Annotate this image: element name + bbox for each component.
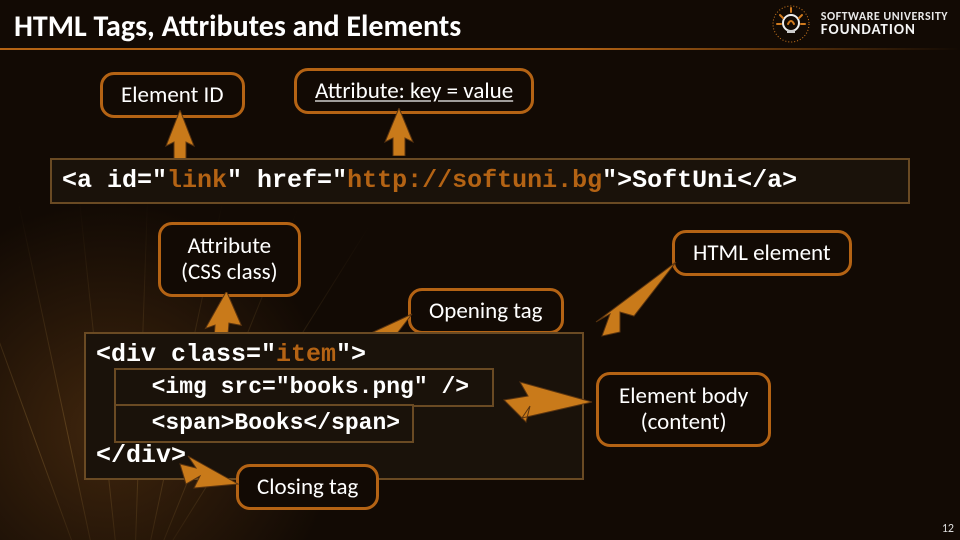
- callout-attribute-css-class: Attribute (CSS class): [158, 222, 301, 297]
- lightbulb-icon: [769, 2, 813, 46]
- code-text: ">SoftUni</a>: [602, 166, 797, 195]
- callout-opening-tag: Opening tag: [408, 288, 564, 334]
- code-attr-value: item: [276, 340, 336, 369]
- code-line-img: <img src="books.png" />: [114, 368, 494, 407]
- softuni-logo: SOFTWARE UNIVERSITY FOUNDATION: [769, 2, 948, 46]
- code-text: <a id=": [62, 166, 167, 195]
- code-text: <div class=": [96, 340, 276, 369]
- code-text: " href=": [227, 166, 347, 195]
- title-underline: [0, 48, 960, 50]
- callout-line: (content): [619, 409, 748, 435]
- code-example-anchor: <a id="link" href="http://softuni.bg">So…: [50, 158, 910, 204]
- code-attr-value: link: [167, 166, 227, 195]
- callout-html-element: HTML element: [672, 230, 852, 276]
- code-line-span: <span>Books</span>: [114, 404, 414, 443]
- callout-closing-tag: Closing tag: [236, 464, 379, 510]
- code-text: </div>: [96, 441, 186, 470]
- callout-line: Element body: [619, 383, 748, 409]
- callout-element-id: Element ID: [100, 72, 245, 118]
- callout-element-body: Element body (content): [596, 372, 771, 447]
- callout-line: Attribute: [181, 233, 278, 259]
- slide-title: HTML Tags, Attributes and Elements: [14, 8, 461, 45]
- code-text: ">: [336, 340, 366, 369]
- page-number: 12: [942, 522, 954, 536]
- pointer-arrow: [590, 258, 680, 338]
- callout-line: (CSS class): [181, 259, 278, 285]
- code-attr-value: http://softuni.bg: [347, 166, 602, 195]
- pointer-arrow: [380, 108, 418, 156]
- callout-attribute-key-value: Attribute: key = value: [294, 68, 534, 114]
- logo-text-bottom: FOUNDATION: [821, 23, 948, 38]
